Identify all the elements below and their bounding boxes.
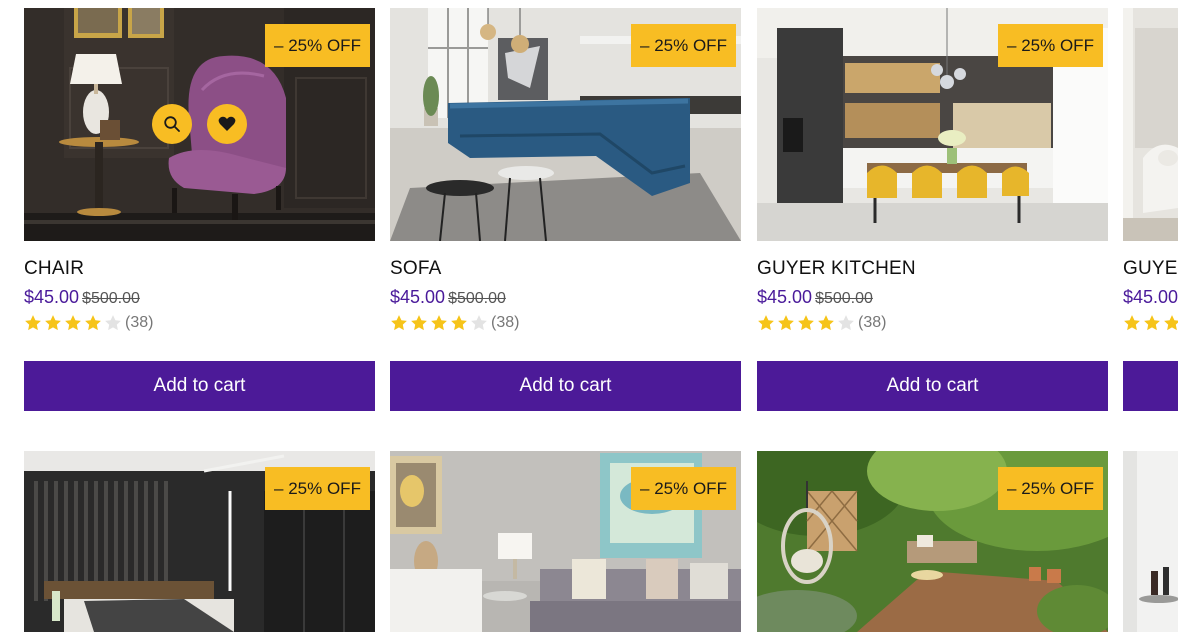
sale-price: $45.00 (24, 287, 80, 307)
sale-price: $45.00 (390, 287, 446, 307)
product-card: – 25% OFF (757, 451, 1108, 632)
review-count: (38) (858, 314, 887, 331)
price-row: $45.00 $500.00 (757, 287, 873, 308)
product-card: – 25% OFF SOFA $45.00 $500.00 (38) Add to… (390, 8, 741, 411)
sale-price: $45.00 (1123, 287, 1178, 307)
rating: (38) (24, 314, 153, 332)
product-card: – 25% OFF (390, 451, 741, 632)
original-price: $500.00 (815, 290, 873, 307)
star-filled-icon (798, 315, 814, 331)
quick-view-button[interactable] (152, 104, 192, 144)
star-filled-icon (778, 315, 794, 331)
rating: (38) (390, 314, 519, 332)
star-rating (24, 314, 124, 332)
product-image-interior[interactable] (1123, 451, 1178, 632)
star-filled-icon (411, 315, 427, 331)
product-image-living[interactable] (1123, 8, 1178, 241)
star-rating (1123, 314, 1178, 332)
star-filled-icon (25, 315, 41, 331)
product-title[interactable]: GUYER KITCHEN (757, 258, 916, 280)
star-filled-icon (818, 315, 834, 331)
star-filled-icon (431, 315, 447, 331)
star-filled-icon (45, 315, 61, 331)
product-card: – 25% OFF GUYER KITCHEN $45.00 $500.00 (3… (757, 8, 1108, 411)
star-filled-icon (1164, 315, 1178, 331)
product-title[interactable]: CHAIR (24, 258, 84, 280)
star-filled-icon (451, 315, 467, 331)
star-filled-icon (391, 315, 407, 331)
star-filled-icon (758, 315, 774, 331)
sale-price: $45.00 (757, 287, 813, 307)
rating: (38) (757, 314, 886, 332)
discount-badge: – 25% OFF (998, 467, 1103, 510)
review-count: (38) (125, 314, 154, 331)
star-filled-icon (85, 315, 101, 331)
product-title[interactable]: SOFA (390, 258, 441, 280)
discount-badge: – 25% OFF (631, 24, 736, 67)
original-price: $500.00 (448, 290, 506, 307)
review-count: (38) (491, 314, 520, 331)
add-to-cart-button[interactable] (1123, 361, 1178, 411)
star-filled-icon (1144, 315, 1160, 331)
heart-icon (218, 116, 236, 131)
star-empty-icon (471, 315, 487, 331)
product-title[interactable]: GUYER (1123, 258, 1178, 280)
discount-badge: – 25% OFF (265, 24, 370, 67)
price-row: $45.00 $500.00 (390, 287, 506, 308)
product-image-garden[interactable]: – 25% OFF (757, 451, 1108, 632)
rating (1123, 314, 1178, 332)
search-icon (164, 116, 180, 132)
product-card: – 25% OFF (24, 451, 375, 632)
product-image-sofa[interactable]: – 25% OFF (390, 8, 741, 241)
add-to-cart-button[interactable]: Add to cart (757, 361, 1108, 411)
discount-badge: – 25% OFF (998, 24, 1103, 67)
product-card (1123, 451, 1178, 632)
product-image-living-room[interactable]: – 25% OFF (390, 451, 741, 632)
add-to-cart-button[interactable]: Add to cart (24, 361, 375, 411)
discount-badge: – 25% OFF (265, 467, 370, 510)
product-card: – 25% OFF CHAIR $45.00 $500.00 (38) Add t… (24, 8, 375, 411)
add-to-cart-button[interactable]: Add to cart (390, 361, 741, 411)
price-row: $45.00 (1123, 287, 1178, 308)
discount-badge: – 25% OFF (631, 467, 736, 510)
star-filled-icon (65, 315, 81, 331)
product-image-bedroom[interactable]: – 25% OFF (24, 451, 375, 632)
product-image-kitchen[interactable]: – 25% OFF (757, 8, 1108, 241)
price-row: $45.00 $500.00 (24, 287, 140, 308)
original-price: $500.00 (82, 290, 140, 307)
wishlist-button[interactable] (207, 104, 247, 144)
product-image-chair[interactable]: – 25% OFF (24, 8, 375, 241)
star-empty-icon (105, 315, 121, 331)
product-card: GUYER $45.00 (1123, 8, 1178, 418)
star-rating (757, 314, 857, 332)
star-filled-icon (1124, 315, 1140, 331)
star-rating (390, 314, 490, 332)
star-empty-icon (838, 315, 854, 331)
